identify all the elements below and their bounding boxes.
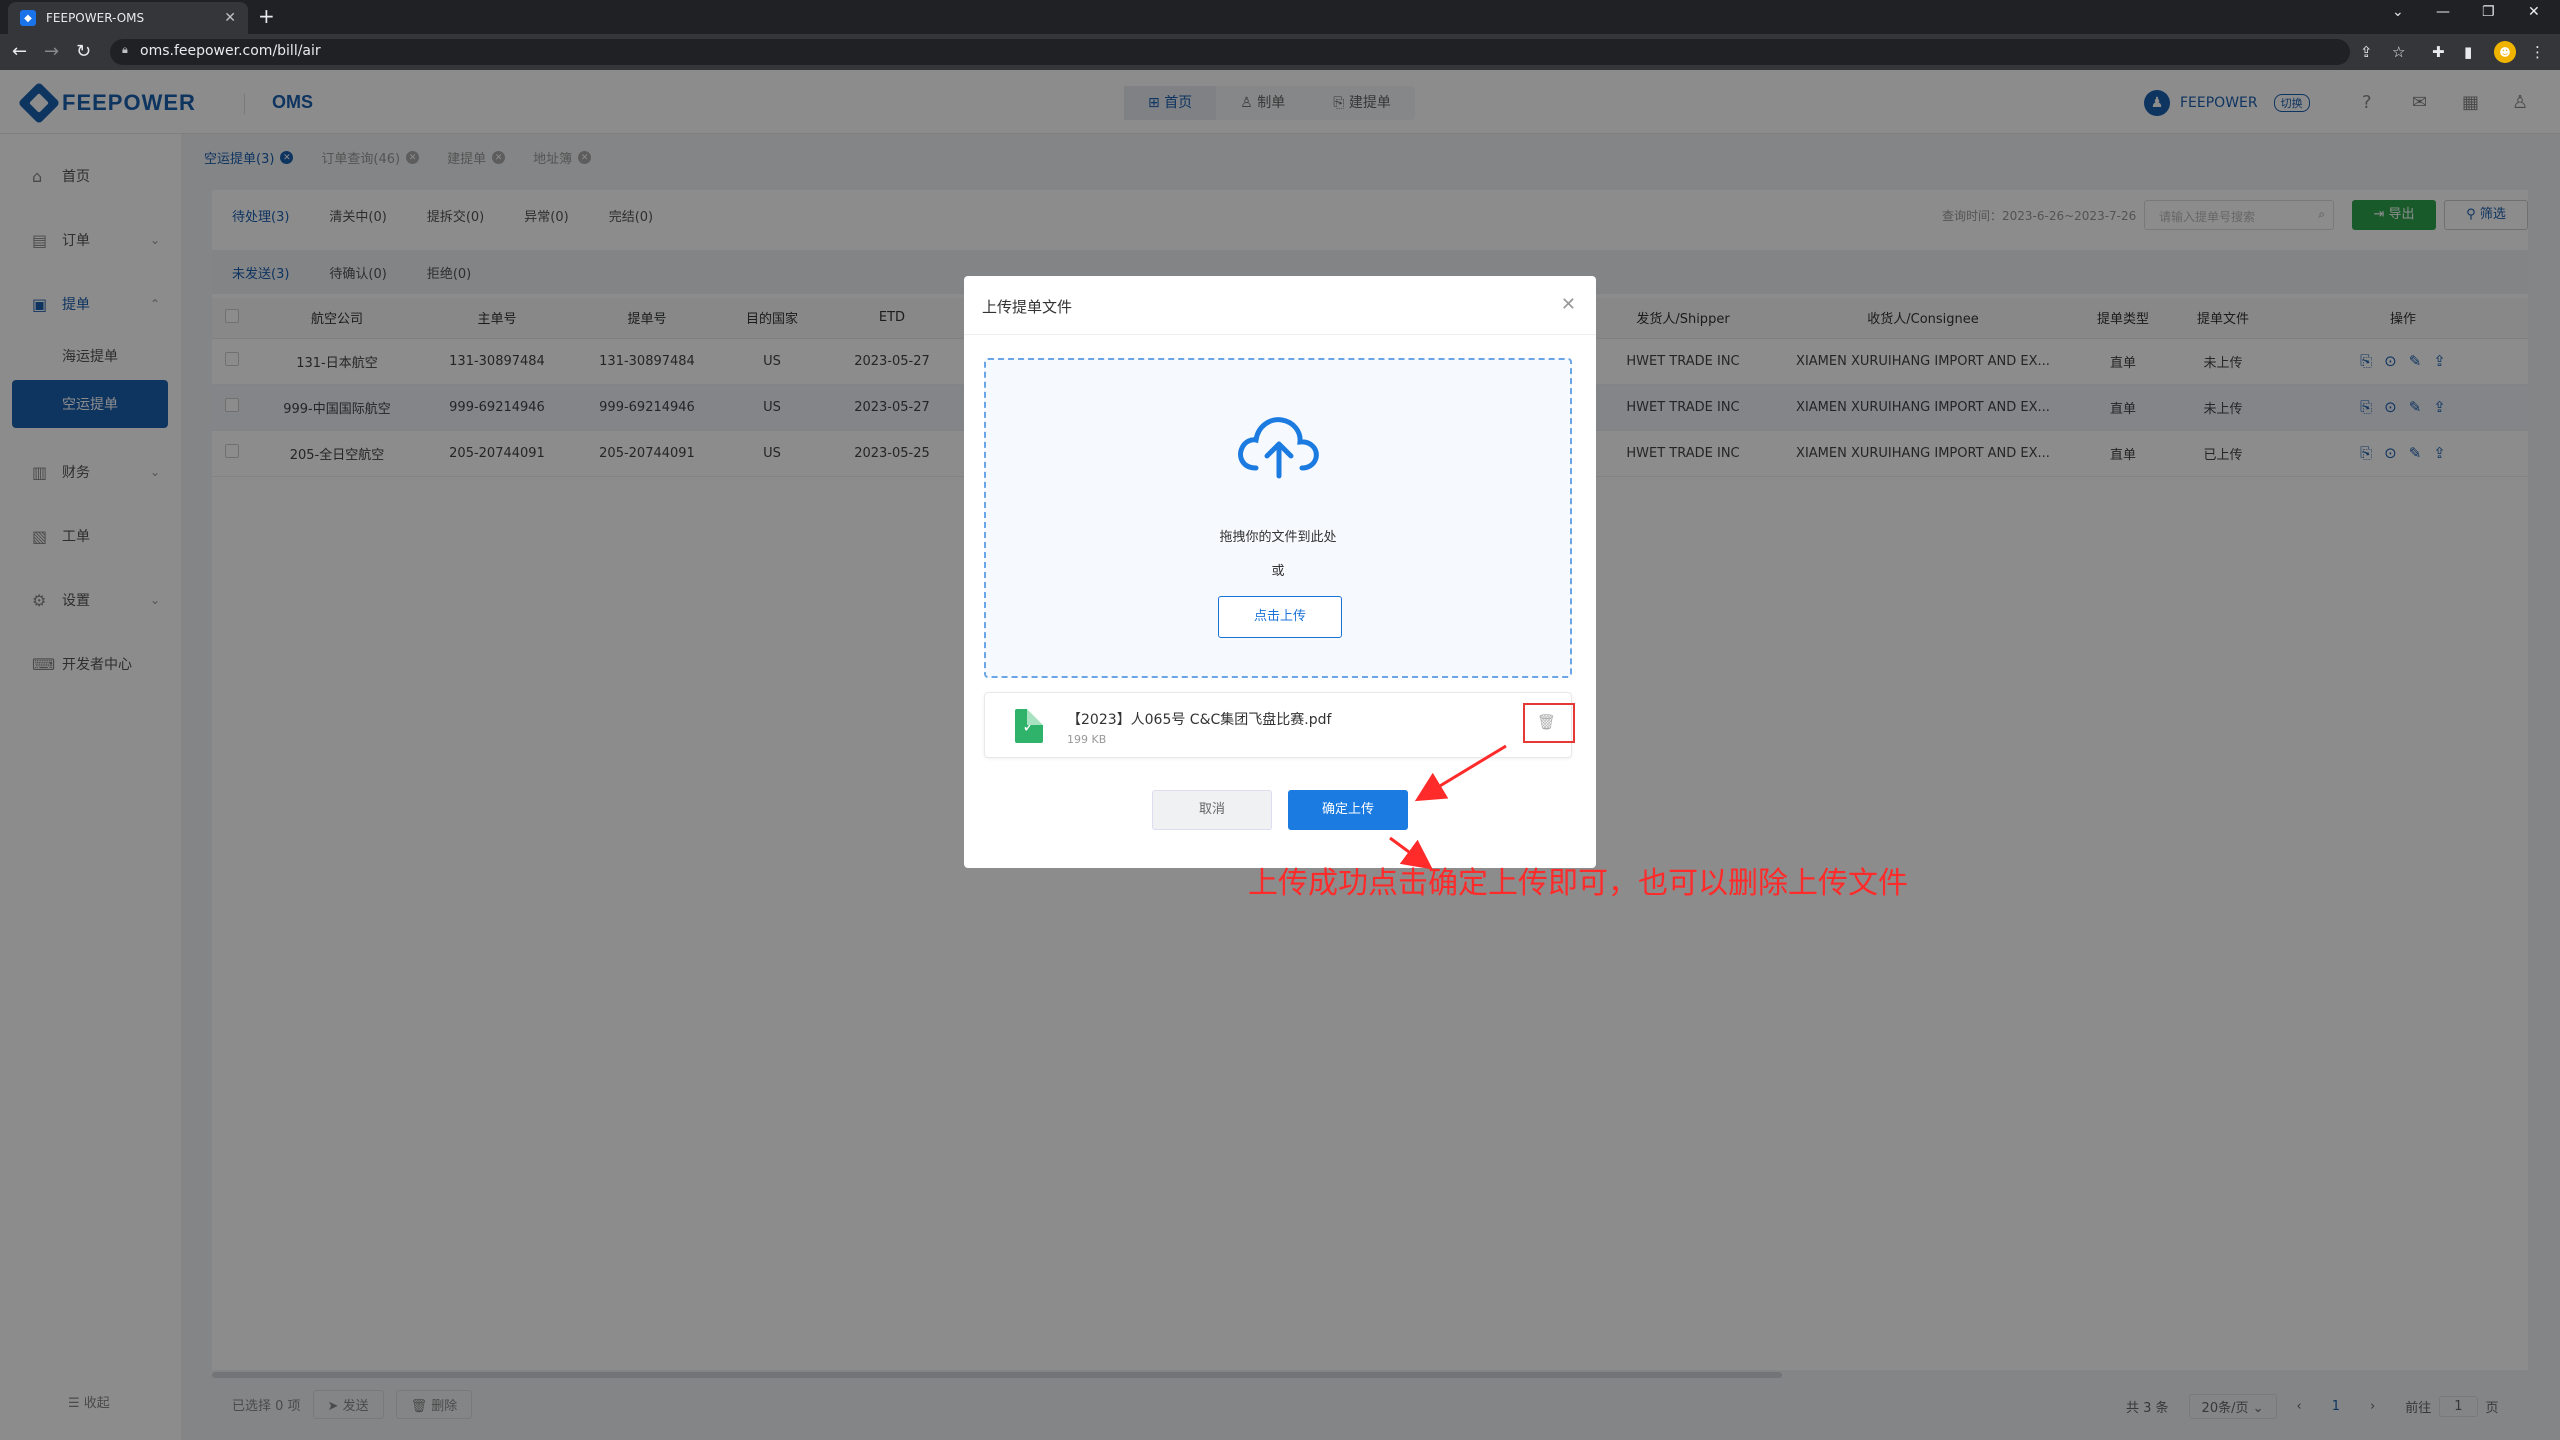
dialog-title: 上传提单文件 [982,298,1073,316]
reload-icon[interactable]: ↻ [76,41,91,62]
dialog-divider [964,334,1596,335]
file-dropzone[interactable]: 拖拽你的文件到此处 或 点击上传 [984,358,1572,678]
cloud-upload-icon [1238,417,1319,479]
share-icon[interactable]: ⇪ [2360,43,2373,61]
upload-dialog: 上传提单文件 ✕ 拖拽你的文件到此处 或 点击上传 ✓ 【2023】人065号 … [964,276,1596,868]
address-bar: ← → ↻ 🔒︎ oms.feepower.com/bill/air ⇪ ☆ ✚… [0,34,2560,70]
site-favicon-icon: ◆ [20,10,36,26]
minimize-icon[interactable]: — [2436,4,2450,20]
back-icon[interactable]: ← [12,41,27,62]
sidepanel-icon[interactable]: ▮ [2464,43,2472,61]
tab-close-icon[interactable]: ✕ [224,10,236,26]
tab-title: FEEPOWER-OMS [46,11,145,25]
file-size: 199 KB [1067,733,1107,746]
file-name: 【2023】人065号 C&C集团飞盘比赛.pdf [1067,712,1332,728]
bookmark-star-icon[interactable]: ☆ [2392,43,2405,61]
annotation-text: 上传成功点击确定上传即可，也可以删除上传文件 [1248,866,1908,901]
close-window-icon[interactable]: ✕ [2528,4,2540,20]
pdf-file-icon: ✓ [1015,709,1043,743]
trash-icon[interactable]: 🗑︎ [1537,713,1556,731]
lock-icon: 🔒︎ [122,43,128,56]
forward-icon[interactable]: → [44,41,59,62]
profile-avatar-icon[interactable]: ☻ [2494,41,2516,63]
browser-tabbar: ◆ FEEPOWER-OMS ✕ + ⌄ — ❐ ✕ [0,0,2560,34]
click-upload-button[interactable]: 点击上传 [1218,596,1342,638]
confirm-upload-button[interactable]: 确定上传 [1288,790,1408,830]
browser-tab[interactable]: ◆ FEEPOWER-OMS ✕ [8,2,248,34]
close-icon[interactable]: ✕ [1561,294,1576,315]
restore-icon[interactable]: ❐ [2482,4,2495,20]
new-tab-icon[interactable]: + [258,4,275,28]
browser-menu-icon[interactable]: ⋮ [2530,43,2545,61]
cancel-button[interactable]: 取消 [1152,790,1272,830]
tab-search-icon[interactable]: ⌄ [2392,4,2404,20]
dropzone-or: 或 [1271,564,1285,579]
uploaded-file-item: ✓ 【2023】人065号 C&C集团飞盘比赛.pdf 199 KB 🗑︎ [984,692,1575,758]
dropzone-hint: 拖拽你的文件到此处 [1219,530,1337,545]
url-field[interactable]: 🔒︎ oms.feepower.com/bill/air [110,39,2350,65]
url-text: oms.feepower.com/bill/air [140,43,321,59]
extensions-icon[interactable]: ✚ [2432,43,2445,61]
